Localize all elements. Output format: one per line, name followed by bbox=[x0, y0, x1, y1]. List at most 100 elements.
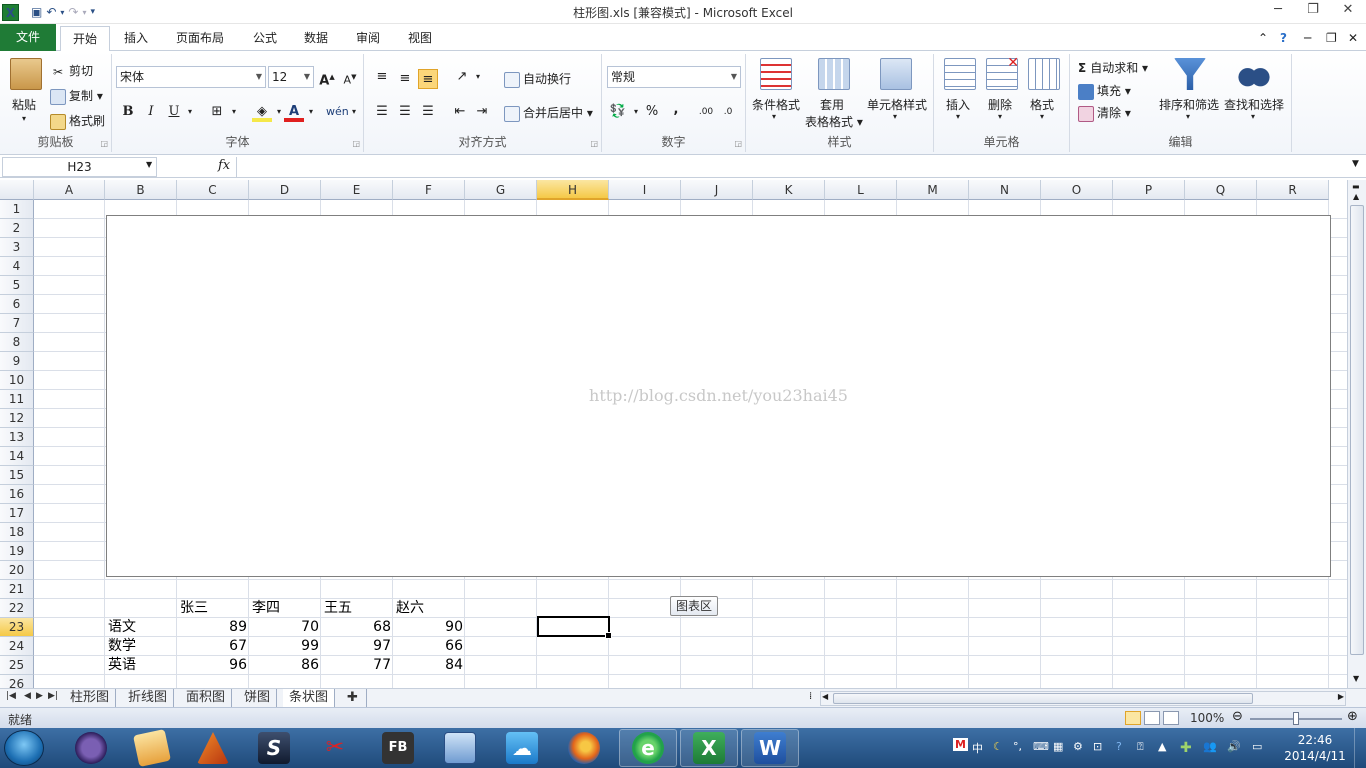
decrease-font-icon[interactable]: A▼ bbox=[340, 67, 360, 87]
value-cell-c23[interactable]: 89 bbox=[178, 618, 249, 637]
sheet-tab-area[interactable]: 面积图 bbox=[180, 689, 233, 708]
format-as-table-icon[interactable] bbox=[818, 58, 850, 90]
insert-cells-button[interactable]: 插入 bbox=[946, 96, 970, 113]
tab-view[interactable]: 视图 bbox=[396, 26, 444, 51]
show-hidden-icons[interactable]: ▲ bbox=[1158, 740, 1166, 753]
column-header-g[interactable]: G bbox=[465, 180, 537, 200]
delete-cells-dropdown-icon[interactable]: ▾ bbox=[998, 112, 1002, 121]
column-header-c[interactable]: C bbox=[177, 180, 249, 200]
s-app-icon[interactable]: S bbox=[258, 732, 290, 764]
zoom-in-icon[interactable]: ⊕ bbox=[1347, 709, 1358, 724]
header-cell-e22[interactable]: 王五 bbox=[324, 599, 352, 618]
snipping-tool-icon[interactable]: ✂ bbox=[319, 732, 351, 764]
eclipse-icon[interactable] bbox=[75, 732, 107, 764]
start-button[interactable] bbox=[4, 730, 44, 766]
insert-cells-icon[interactable] bbox=[944, 58, 976, 90]
tab-data[interactable]: 数据 bbox=[292, 26, 340, 51]
moon-tray-icon[interactable]: ☾ bbox=[993, 740, 1003, 753]
value-cell-c25[interactable]: 96 bbox=[178, 656, 249, 675]
sheet-tab-pie[interactable]: 饼图 bbox=[238, 689, 278, 708]
paste-button[interactable]: 粘贴 bbox=[12, 96, 36, 113]
row-header-15[interactable]: 15 bbox=[0, 466, 34, 485]
row-header-23[interactable]: 23 bbox=[0, 618, 34, 637]
vertical-scrollbar[interactable]: ▬ ▲ ▼ bbox=[1347, 180, 1366, 688]
page-layout-view-icon[interactable] bbox=[1144, 711, 1160, 725]
word-taskbar-icon[interactable]: W bbox=[754, 732, 786, 764]
column-header-j[interactable]: J bbox=[681, 180, 753, 200]
ie-icon[interactable]: e bbox=[632, 732, 664, 764]
row-header-13[interactable]: 13 bbox=[0, 428, 34, 447]
fill-button[interactable]: 填充 ▾ bbox=[1078, 82, 1131, 100]
increase-font-icon[interactable]: A▲ bbox=[317, 67, 337, 88]
workbook-close-icon[interactable]: ✕ bbox=[1348, 26, 1358, 51]
subject-cell-b25[interactable]: 英语 bbox=[108, 656, 136, 675]
select-all-corner[interactable] bbox=[0, 180, 34, 200]
first-sheet-icon[interactable]: |◀ bbox=[6, 691, 16, 701]
find-select-dropdown-icon[interactable]: ▾ bbox=[1251, 112, 1255, 121]
row-header-10[interactable]: 10 bbox=[0, 371, 34, 390]
tool-tray-icon[interactable]: ⚙ bbox=[1073, 740, 1083, 753]
tab-file[interactable]: 文件 bbox=[0, 24, 56, 51]
value-cell-d23[interactable]: 70 bbox=[250, 618, 321, 637]
binoculars-icon[interactable] bbox=[1238, 58, 1270, 90]
orientation-dropdown-icon[interactable]: ▾ bbox=[468, 67, 488, 87]
antivirus-tray-icon[interactable]: M bbox=[953, 738, 968, 751]
autosum-button[interactable]: Σ 自动求和 ▾ bbox=[1078, 59, 1148, 76]
row-header-5[interactable]: 5 bbox=[0, 276, 34, 295]
delete-cells-button[interactable]: 删除 bbox=[988, 96, 1012, 113]
minimize-ribbon-icon[interactable]: ⌃ bbox=[1258, 26, 1268, 51]
scroll-up-icon[interactable]: ▲ bbox=[1353, 192, 1359, 201]
prev-sheet-icon[interactable]: ◀ bbox=[24, 691, 31, 701]
column-header-d[interactable]: D bbox=[249, 180, 321, 200]
row-header-4[interactable]: 4 bbox=[0, 257, 34, 276]
active-cell[interactable] bbox=[537, 616, 612, 639]
column-header-a[interactable]: A bbox=[34, 180, 105, 200]
value-cell-f24[interactable]: 66 bbox=[394, 637, 465, 656]
keyboard-tray-icon[interactable]: ⌨ bbox=[1033, 740, 1049, 753]
tab-insert[interactable]: 插入 bbox=[112, 26, 160, 51]
settings-tray-icon[interactable]: ⊡ bbox=[1093, 740, 1102, 753]
worksheet-grid[interactable]: ABCDEFGHIJKLMNOPQR 1 2 3 4 5 6 7 8 9 10 11 12 13 14 15… bbox=[0, 180, 1347, 688]
workbook-restore-icon[interactable]: ❐ bbox=[1326, 26, 1337, 51]
currency-icon[interactable]: 💱 bbox=[608, 102, 628, 122]
cut-button[interactable]: ✂ 剪切 bbox=[50, 62, 93, 80]
row-header-3[interactable]: 3 bbox=[0, 238, 34, 257]
phonetic-dropdown-icon[interactable]: ▾ bbox=[344, 102, 364, 122]
merge-center-button[interactable]: 合并后居中 ▾ bbox=[504, 104, 593, 122]
format-as-table-button[interactable]: 套用 bbox=[820, 96, 844, 113]
tab-review[interactable]: 审阅 bbox=[344, 26, 392, 51]
align-left-icon[interactable]: ☰ bbox=[372, 102, 392, 122]
column-header-r[interactable]: R bbox=[1257, 180, 1329, 200]
sheet-tab-bar-chart[interactable]: 条状图 bbox=[283, 689, 336, 708]
row-header-20[interactable]: 20 bbox=[0, 561, 34, 580]
value-cell-e25[interactable]: 77 bbox=[322, 656, 393, 675]
font-size-select[interactable]: 12 ▼ bbox=[268, 66, 314, 88]
column-header-k[interactable]: K bbox=[753, 180, 825, 200]
name-box[interactable]: H23 bbox=[2, 157, 157, 177]
conditional-format-icon[interactable] bbox=[760, 58, 792, 90]
sheet-tab-line[interactable]: 折线图 bbox=[122, 689, 175, 708]
align-top-icon[interactable]: ≡ bbox=[372, 67, 392, 87]
restore-button[interactable]: ❐ bbox=[1299, 2, 1327, 20]
value-cell-f25[interactable]: 84 bbox=[394, 656, 465, 675]
row-header-25[interactable]: 25 bbox=[0, 656, 34, 675]
header-cell-d22[interactable]: 李四 bbox=[252, 599, 280, 618]
value-cell-e23[interactable]: 68 bbox=[322, 618, 393, 637]
column-header-l[interactable]: L bbox=[825, 180, 897, 200]
find-select-button[interactable]: 查找和选择 bbox=[1224, 96, 1284, 113]
users-tray-icon[interactable]: 👥 bbox=[1203, 740, 1217, 753]
row-header-22[interactable]: 22 bbox=[0, 599, 34, 618]
paste-dropdown-icon[interactable]: ▾ bbox=[22, 114, 26, 123]
column-header-n[interactable]: N bbox=[969, 180, 1041, 200]
cell-styles-button[interactable]: 单元格样式 bbox=[867, 96, 927, 113]
help-tray-icon[interactable]: ? bbox=[1116, 740, 1122, 753]
security-tray-icon[interactable]: ✚ bbox=[1180, 740, 1192, 756]
insert-sheet-icon[interactable]: ✚ bbox=[341, 689, 367, 708]
format-cells-button[interactable]: 格式 bbox=[1030, 96, 1054, 113]
cell-styles-dropdown-icon[interactable]: ▾ bbox=[893, 112, 897, 121]
column-header-e[interactable]: E bbox=[321, 180, 393, 200]
horizontal-scrollbar[interactable]: ◀ ▶ bbox=[820, 691, 1346, 706]
italic-button[interactable]: I bbox=[141, 102, 161, 122]
increase-indent-icon[interactable]: ⇥ bbox=[472, 102, 492, 122]
align-center-icon[interactable]: ☰ bbox=[395, 102, 415, 122]
